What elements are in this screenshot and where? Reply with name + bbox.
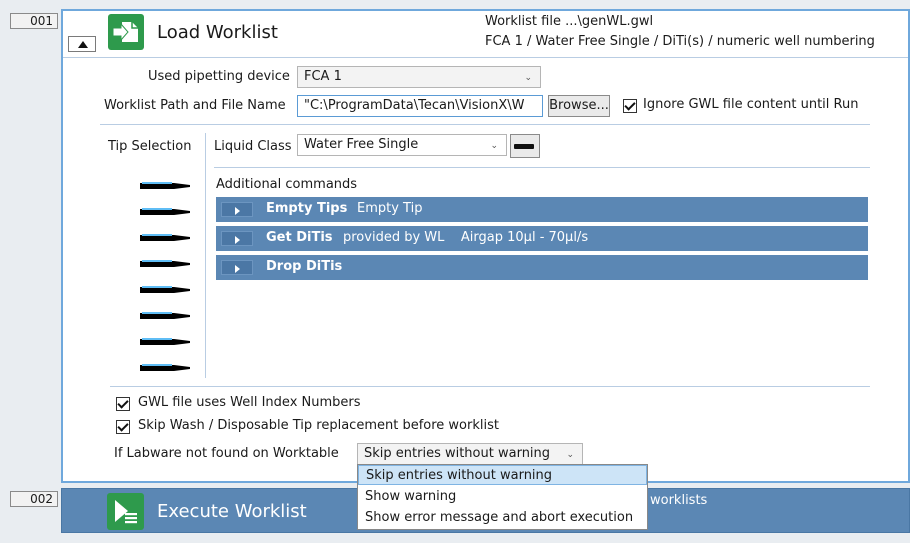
additional-commands-label: Additional commands — [216, 177, 358, 192]
gwl-index-label: GWL file uses Well Index Numbers — [138, 395, 361, 410]
gwl-index-checkbox[interactable] — [116, 397, 130, 411]
command-desc: Empty Tip — [357, 201, 423, 216]
tip-icon[interactable] — [140, 336, 192, 348]
liquid-class-label: Liquid Class — [214, 139, 292, 154]
ignore-gwl-checkbox[interactable] — [623, 99, 637, 113]
command-row-drop-ditis[interactable]: Drop DiTis — [216, 255, 868, 280]
command-name: Drop DiTis — [266, 259, 343, 274]
step-number-002[interactable]: 002 — [10, 491, 58, 507]
worklist-file-info: Worklist file ...\genWL.gwl — [485, 14, 654, 29]
ignore-gwl-label: Ignore GWL file content until Run — [643, 97, 859, 112]
tip-icon[interactable] — [140, 232, 192, 244]
expand-icon[interactable] — [221, 231, 253, 246]
dropdown-option-show-warning[interactable]: Show warning — [358, 487, 647, 507]
tip-icon[interactable] — [140, 310, 192, 322]
tip-icon[interactable] — [140, 284, 192, 296]
chevron-down-icon: ⌄ — [524, 73, 532, 83]
tip-icon[interactable] — [140, 206, 192, 218]
liquid-class-value: Water Free Single — [304, 137, 419, 152]
tip-icon[interactable] — [140, 258, 192, 270]
liquid-separator — [214, 167, 870, 168]
browse-button[interactable]: Browse... — [548, 95, 610, 117]
execute-info: worklists — [650, 493, 708, 508]
device-select[interactable]: FCA 1 ⌄ — [297, 66, 541, 88]
chevron-down-icon: ⌄ — [490, 141, 498, 151]
command-row-empty-tips[interactable]: Empty Tips Empty Tip — [216, 197, 868, 222]
collapse-button[interactable] — [68, 36, 96, 52]
path-input[interactable]: "C:\ProgramData\Tecan\VisionX\W — [297, 95, 543, 117]
expand-icon[interactable] — [221, 260, 253, 275]
tip-icon[interactable] — [140, 362, 192, 374]
section-separator — [100, 124, 870, 125]
command-name: Get DiTis — [266, 230, 333, 245]
header-separator — [63, 57, 908, 58]
skip-wash-label: Skip Wash / Disposable Tip replacement b… — [138, 418, 499, 433]
labware-label: If Labware not found on Worktable — [114, 446, 339, 461]
liquid-class-edit-button[interactable] — [510, 134, 540, 158]
pipette-icon — [514, 144, 534, 149]
labware-value: Skip entries without warning — [364, 446, 551, 461]
chevron-down-icon: ⌄ — [566, 450, 574, 460]
tip-selection-label: Tip Selection — [108, 139, 192, 154]
collapse-arrow-icon — [78, 41, 88, 48]
dropdown-option-skip[interactable]: Skip entries without warning — [358, 465, 647, 485]
command-desc: provided by WL Airgap 10µl - 70µl/s — [343, 230, 589, 245]
panel-title: Load Worklist — [157, 22, 278, 43]
load-worklist-icon — [108, 14, 144, 50]
path-label: Worklist Path and File Name — [104, 98, 286, 113]
execute-worklist-icon — [107, 493, 144, 530]
dropdown-option-abort[interactable]: Show error message and abort execution — [358, 508, 647, 528]
tip-icon[interactable] — [140, 180, 192, 192]
execute-title: Execute Worklist — [157, 501, 307, 522]
device-label: Used pipetting device — [148, 69, 290, 84]
command-name: Empty Tips — [266, 201, 348, 216]
skip-wash-checkbox[interactable] — [116, 420, 130, 434]
labware-dropdown-list: Skip entries without warning Show warnin… — [357, 464, 648, 530]
liquid-class-select[interactable]: Water Free Single ⌄ — [297, 134, 507, 156]
device-value: FCA 1 — [304, 69, 342, 84]
tip-column-separator — [205, 133, 206, 378]
options-separator — [110, 386, 870, 387]
labware-select[interactable]: Skip entries without warning ⌄ — [357, 443, 583, 465]
command-row-get-ditis[interactable]: Get DiTis provided by WL Airgap 10µl - 7… — [216, 226, 868, 251]
worklist-summary-info: FCA 1 / Water Free Single / DiTi(s) / nu… — [485, 34, 875, 49]
expand-icon[interactable] — [221, 202, 253, 217]
step-number-001[interactable]: 001 — [10, 13, 58, 29]
